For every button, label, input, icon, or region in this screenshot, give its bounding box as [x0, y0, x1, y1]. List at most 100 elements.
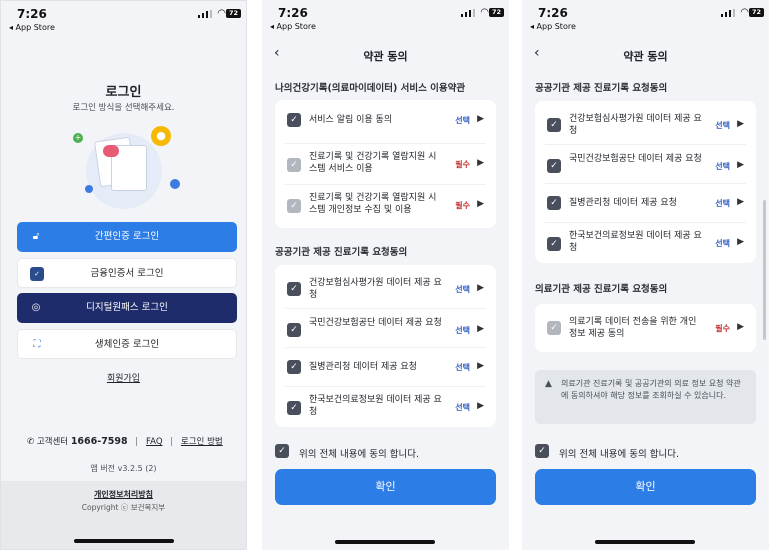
battery-icon: 72 [489, 8, 504, 17]
signup-link[interactable]: 회원가입 [1, 371, 246, 384]
checkbox-checked[interactable]: ✓ [287, 360, 301, 374]
status-time: 7:26 [278, 6, 308, 20]
list-item[interactable]: ✓ 질병관리청 데이터 제공 요청 선택 ▶ [545, 183, 746, 221]
battery-icon: 72 [226, 9, 241, 18]
checkbox-checked[interactable]: ✓ [535, 444, 549, 458]
section-title: 나의건강기록(의료마이데이터) 서비스 이용약관 [275, 83, 466, 94]
page-title: 로그인 [105, 85, 142, 100]
back-to-app-store[interactable]: ◂ App Store [530, 22, 576, 31]
chevron-right-icon[interactable]: ▶ [477, 283, 484, 293]
nav-title: 약관 동의 [363, 50, 408, 63]
support-label: 고객센터 [36, 437, 69, 447]
checkbox-checked[interactable]: ✓ [547, 159, 561, 173]
checkbox-required[interactable]: ✓ [287, 158, 301, 172]
terms-screen-1: 7:26 ◂ App Store ◠ 72 ‹ 약관 동의 나의건강기록(의료마… [262, 0, 509, 550]
plus-icon: + [73, 133, 83, 143]
simple-auth-login-button[interactable]: 🔓︎ 간편인증 로그인 [17, 222, 237, 252]
chevron-right-icon[interactable]: ▶ [477, 199, 484, 209]
checkbox-checked[interactable]: ✓ [275, 444, 289, 458]
checkbox-checked[interactable]: ✓ [287, 282, 301, 296]
login-screen: 7:26 ◂ App Store ◠ 72 로그인 로그인 방식을 선택해주세요… [0, 0, 247, 550]
chevron-right-icon[interactable]: ▶ [477, 324, 484, 334]
confirm-button[interactable]: 확인 [275, 469, 496, 505]
section-title: 공공기관 제공 진료기록 요청동의 [535, 83, 668, 94]
support-number[interactable]: 1666-7598 [71, 436, 128, 447]
dot-icon [170, 179, 180, 189]
support-bar: ✆ 고객센터 1666-7598 FAQ 로그인 방법 [27, 435, 223, 447]
back-to-app-store[interactable]: ◂ App Store [9, 23, 55, 32]
status-time: 7:26 [17, 7, 47, 21]
faq-link[interactable]: FAQ [146, 437, 162, 447]
list-item[interactable]: ✓ 진료기록 및 건강기록 열람지원 시스템 개인정보 수집 및 이용 필수 ▶ [285, 184, 486, 224]
chevron-right-icon[interactable]: ▶ [737, 322, 744, 332]
terms-card: ✓ 서비스 알림 이용 동의 선택 ▶ ✓ 진료기록 및 건강기록 열람지원 시… [275, 100, 496, 228]
signal-icon [461, 9, 475, 17]
chevron-right-icon[interactable]: ▶ [477, 158, 484, 168]
checkbox-checked[interactable]: ✓ [287, 401, 301, 415]
financial-cert-login-button[interactable]: ✓ 금융인증서 로그인 [17, 258, 237, 288]
back-to-app-store[interactable]: ◂ App Store [270, 22, 316, 31]
face-id-icon: ⛶ [33, 339, 41, 350]
phone-icon: ✆ [27, 437, 35, 447]
battery-icon: 72 [749, 8, 764, 17]
checkbox-required[interactable]: ✓ [547, 321, 561, 335]
signal-icon [721, 9, 735, 17]
list-item[interactable]: ✓ 의료기록 데이터 전송을 위한 개인정보 제공 동의 필수 ▶ [545, 304, 746, 352]
wifi-icon: ◠ [480, 7, 489, 18]
section-title: 의료기관 제공 진료기록 요청동의 [535, 284, 668, 295]
chevron-right-icon[interactable]: ▶ [737, 160, 744, 170]
checkbox-required[interactable]: ✓ [287, 199, 301, 213]
nav-title: 약관 동의 [623, 50, 668, 63]
drop-icon: ● [151, 126, 171, 146]
page-subtitle: 로그인 방식을 선택해주세요. [72, 103, 175, 113]
list-item[interactable]: ✓ 건강보험심사평가원 데이터 제공 요청 선택 ▶ [545, 101, 746, 141]
terms-card: ✓ 건강보험심사평가원 데이터 제공 요청 선택 ▶ ✓ 국민건강보험공단 데이… [535, 101, 756, 263]
terms-screen-2: 7:26 ◂ App Store ◠ 72 ‹ 약관 동의 공공기관 제공 진료… [522, 0, 769, 550]
copyright: Copyright ⓒ 보건복지부 [81, 503, 166, 512]
terms-card: ✓ 의료기록 데이터 전송을 위한 개인정보 제공 동의 필수 ▶ [535, 304, 756, 352]
signal-icon [198, 10, 212, 18]
list-item[interactable]: ✓ 서비스 알림 이용 동의 선택 ▶ [285, 100, 486, 140]
login-help-link[interactable]: 로그인 방법 [181, 437, 223, 447]
checkbox-checked[interactable]: ✓ [287, 323, 301, 337]
shield-icon: ✓ [30, 267, 44, 281]
digital-onepass-login-button[interactable]: ◎ 디지털원패스 로그인 [17, 293, 237, 323]
scrollbar[interactable] [763, 200, 766, 340]
nav-bar: ‹ 약관 동의 [262, 40, 509, 68]
chevron-right-icon[interactable]: ▶ [737, 197, 744, 207]
checkbox-checked[interactable]: ✓ [547, 118, 561, 132]
checkbox-checked[interactable]: ✓ [547, 237, 561, 251]
list-item[interactable]: ✓ 질병관리청 데이터 제공 요청 선택 ▶ [285, 347, 486, 385]
notice-box: ▲ 의료기관 진료기록 및 공공기관의 의료 정보 요청 약관에 동의하셔야 해… [535, 370, 756, 424]
home-indicator [595, 540, 695, 544]
chevron-right-icon[interactable]: ▶ [737, 237, 744, 247]
chevron-right-icon[interactable]: ▶ [737, 119, 744, 129]
status-bar: 7:26 ◂ App Store ◠ 72 [1, 1, 246, 33]
confirm-button[interactable]: 확인 [535, 469, 756, 505]
heart-icon [103, 145, 119, 157]
wifi-icon: ◠ [740, 7, 749, 18]
privacy-policy-link[interactable]: 개인정보처리방침 [1, 489, 246, 500]
section-title: 공공기관 제공 진료기록 요청동의 [275, 247, 408, 258]
list-item[interactable]: ✓ 한국보건의료정보원 데이터 제공 요청 선택 ▶ [545, 222, 746, 262]
chevron-right-icon[interactable]: ▶ [477, 114, 484, 124]
fingerprint-icon: ◎ [31, 302, 41, 313]
status-bar: 7:26 ◂ App Store ◠ 72 [522, 0, 769, 32]
nav-bar: ‹ 약관 동의 [522, 40, 769, 68]
chevron-right-icon[interactable]: ▶ [477, 401, 484, 411]
warning-icon: ▲ [545, 379, 552, 389]
lock-icon: 🔓︎ [32, 231, 40, 242]
biometric-login-button[interactable]: ⛶ 생체인증 로그인 [17, 329, 237, 359]
chevron-right-icon[interactable]: ▶ [477, 361, 484, 371]
wifi-icon: ◠ [217, 8, 226, 19]
health-records-illustration: ● + [71, 121, 181, 211]
list-item[interactable]: ✓ 진료기록 및 건강기록 열람지원 시스템 서비스 이용 필수 ▶ [285, 143, 486, 183]
list-item[interactable]: ✓ 국민건강보험공단 데이터 제공 요청 선택 ▶ [285, 308, 486, 346]
checkbox-checked[interactable]: ✓ [547, 196, 561, 210]
list-item[interactable]: ✓ 국민건강보험공단 데이터 제공 요청 선택 ▶ [545, 144, 746, 182]
list-item[interactable]: ✓ 한국보건의료정보원 데이터 제공 요청 선택 ▶ [285, 386, 486, 426]
status-time: 7:26 [538, 6, 568, 20]
list-item[interactable]: ✓ 건강보험심사평가원 데이터 제공 요청 선택 ▶ [285, 265, 486, 305]
status-bar: 7:26 ◂ App Store ◠ 72 [262, 0, 509, 32]
checkbox-checked[interactable]: ✓ [287, 113, 301, 127]
